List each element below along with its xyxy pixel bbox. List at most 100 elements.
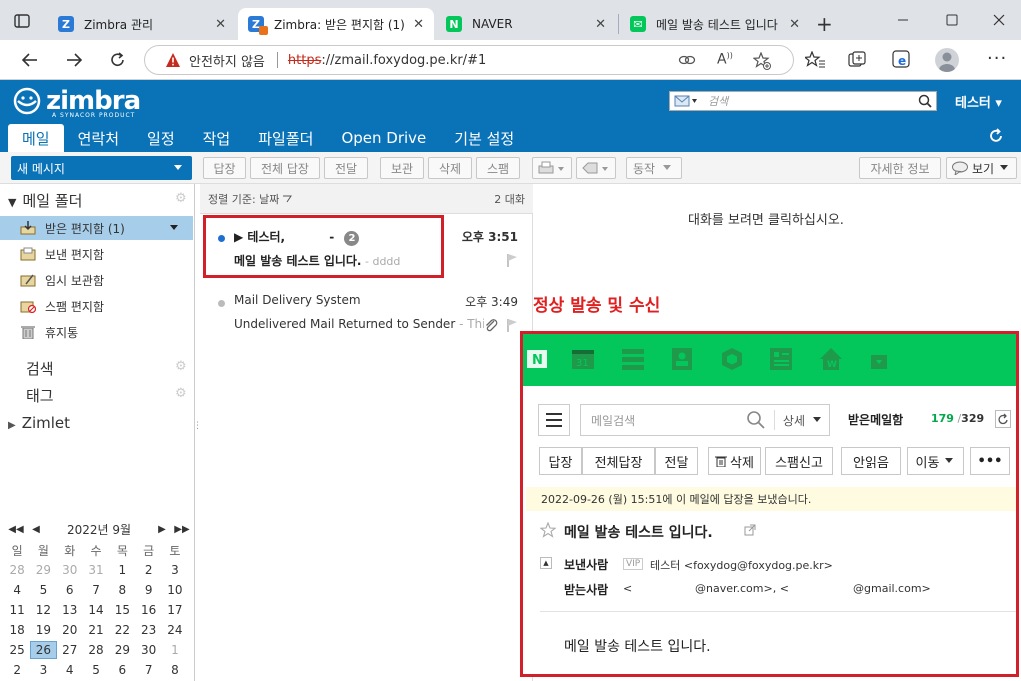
calendar-day[interactable]: 18 (4, 623, 30, 637)
search-icon[interactable] (918, 94, 932, 108)
open-new-window-icon[interactable] (744, 524, 756, 536)
back-arrow-icon[interactable] (18, 48, 42, 72)
calendar-day[interactable]: 4 (4, 583, 30, 597)
naver-mark-unread-button[interactable]: 안읽음 (841, 447, 901, 475)
url-field[interactable]: 안전하지 않음 https ://zmail.foxydog.pe.kr/#1 … (144, 45, 794, 75)
zimbra-search-field[interactable]: 검색 (669, 91, 937, 111)
folder-drafts[interactable]: 임시 보관함 (0, 268, 193, 292)
unread-dot-icon[interactable] (218, 235, 225, 242)
calendar-day[interactable]: 4 (57, 663, 83, 677)
tab-tasks[interactable]: 작업 (189, 124, 245, 152)
calendar-day[interactable]: 8 (162, 663, 188, 677)
tab-open-drive[interactable]: Open Drive (327, 124, 440, 152)
search-icon[interactable] (746, 410, 766, 430)
calendar-day[interactable]: 6 (57, 583, 83, 597)
read-dot-icon[interactable] (218, 300, 225, 307)
tag-button[interactable] (576, 157, 616, 179)
calendar-day[interactable]: 11 (4, 603, 30, 617)
browser-menu-icon[interactable]: ··· (987, 48, 1007, 69)
calendar-day[interactable]: 24 (162, 623, 188, 637)
vip-badge[interactable]: VIP (623, 558, 644, 570)
gear-icon[interactable]: ⚙ (175, 386, 187, 401)
calendar-icon[interactable]: 31 (571, 347, 595, 371)
profile-avatar[interactable] (935, 48, 959, 72)
gear-icon[interactable]: ⚙ (175, 359, 187, 374)
sort-arrow-icon[interactable] (282, 195, 293, 203)
notes-icon[interactable] (769, 347, 793, 371)
calendar-day[interactable]: 1 (109, 563, 135, 577)
delete-button[interactable]: 삭제 (428, 157, 472, 179)
calendar-day[interactable]: 14 (83, 603, 109, 617)
naver-delete-button[interactable]: 삭제 (708, 447, 761, 475)
actions-button[interactable]: 동작 (626, 157, 682, 179)
expand-triangle-icon[interactable]: ▼ (8, 196, 16, 209)
naver-mail-icon[interactable]: N (526, 347, 550, 371)
reply-all-button[interactable]: 전체 답장 (250, 157, 320, 179)
flag-icon[interactable] (506, 253, 518, 267)
refresh-icon[interactable] (995, 410, 1011, 428)
calendar-day[interactable]: 29 (109, 643, 135, 657)
naver-search-placeholder[interactable]: 메일검색 (591, 412, 746, 429)
calendar-day[interactable]: 3 (30, 663, 56, 677)
home-icon[interactable]: W (819, 347, 843, 371)
search-section-header[interactable]: 검색 (26, 358, 54, 379)
calendar-day[interactable]: 7 (83, 583, 109, 597)
calendar-day[interactable]: 23 (135, 623, 161, 637)
tracking-prevention-icon[interactable] (678, 53, 696, 67)
calendar-day[interactable]: 28 (4, 563, 30, 577)
reply-button[interactable]: 답장 (203, 157, 246, 179)
calendar-day[interactable]: 22 (109, 623, 135, 637)
folder-inbox[interactable]: 받은 편지함 (1) (0, 216, 193, 240)
close-tab-icon[interactable]: ✕ (595, 17, 606, 32)
naver-reply-all-button[interactable]: 전체답장 (582, 447, 655, 475)
favorites-icon[interactable] (805, 51, 825, 69)
calendar-day[interactable]: 7 (135, 663, 161, 677)
refresh-icon[interactable] (988, 128, 1004, 144)
calendar-day[interactable]: 31 (83, 563, 109, 577)
forward-button[interactable]: 전달 (324, 157, 368, 179)
calendar-day[interactable]: 28 (83, 643, 109, 657)
minimize-window-icon[interactable] (897, 14, 909, 26)
list-icon[interactable] (621, 347, 645, 371)
recipient-gmail[interactable]: @gmail.com> (853, 582, 931, 595)
calendar-day[interactable]: 5 (83, 663, 109, 677)
calendar-day[interactable]: 6 (109, 663, 135, 677)
close-tab-icon[interactable]: ✕ (413, 17, 424, 32)
detail-button[interactable]: 자세한 정보 (859, 157, 941, 179)
browser-tab-naver-mail[interactable]: ✉ 메일 발송 테스트 입니다 ✕ (620, 8, 810, 40)
calendar-day[interactable]: 19 (30, 623, 56, 637)
tab-contacts[interactable]: 연락처 (64, 124, 133, 152)
calendar-day[interactable]: 12 (30, 603, 56, 617)
mail-folders-header[interactable]: ▼ 메일 폴더 (8, 190, 82, 211)
ie-mode-icon[interactable]: e (892, 50, 912, 70)
tags-section-header[interactable]: 태그 (26, 385, 54, 406)
close-tab-icon[interactable]: ✕ (789, 17, 800, 32)
naver-move-button[interactable]: 이동 (907, 447, 964, 475)
archive-button[interactable]: 보관 (380, 157, 424, 179)
calendar-day[interactable]: 21 (83, 623, 109, 637)
calendar-day[interactable]: 2 (4, 663, 30, 677)
tab-briefcase[interactable]: 파일폴더 (244, 124, 327, 152)
naver-forward-button[interactable]: 전달 (655, 447, 698, 475)
reload-icon[interactable] (106, 48, 130, 72)
naver-reply-button[interactable]: 답장 (539, 447, 582, 475)
calendar-day[interactable]: 27 (57, 643, 83, 657)
calendar-day[interactable]: 15 (109, 603, 135, 617)
forward-arrow-icon[interactable] (62, 48, 86, 72)
message-row-unread[interactable]: ▶ 테스터, - 2 오후 3:51 메일 발송 테스트 입니다. - dddd (204, 219, 528, 279)
maximize-window-icon[interactable] (946, 14, 958, 26)
close-tab-icon[interactable]: ✕ (215, 17, 226, 32)
calendar-day[interactable]: 30 (135, 643, 161, 657)
next-year-icon[interactable]: ▶▶ (170, 524, 194, 535)
expand-triangle-icon[interactable]: ▶ (8, 420, 16, 431)
browser-tab-zimbra-admin[interactable]: Z Zimbra 관리 ✕ (48, 8, 236, 40)
calendar-day[interactable]: 10 (162, 583, 188, 597)
tab-preferences[interactable]: 기본 설정 (440, 124, 528, 152)
collapse-header-icon[interactable]: ▲ (540, 557, 552, 569)
new-message-button[interactable]: 새 메시지 (11, 156, 192, 180)
calendar-day[interactable]: 20 (57, 623, 83, 637)
browser-tab-zimbra-inbox[interactable]: Z Zimbra: 받은 편지함 (1) ✕ (238, 8, 434, 40)
star-icon[interactable] (540, 522, 556, 538)
add-favorite-icon[interactable] (753, 52, 771, 70)
calendar-day[interactable]: 17 (162, 603, 188, 617)
